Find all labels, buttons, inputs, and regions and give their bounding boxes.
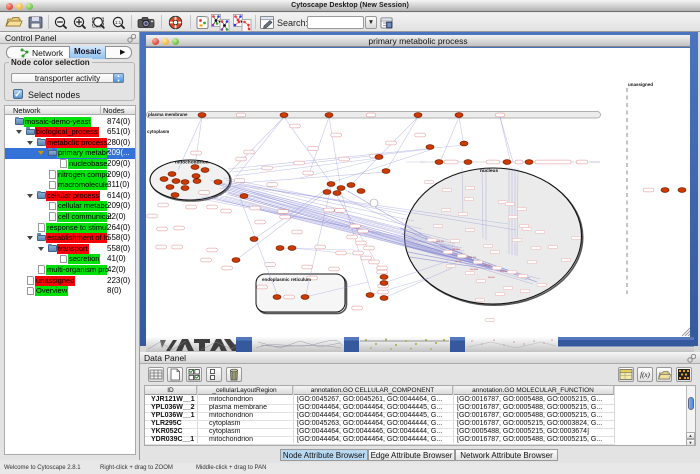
svg-text:aa.aa: aa.aa: [488, 276, 495, 279]
svg-text:aa.aa: aa.aa: [455, 260, 462, 263]
svg-text:plasma membrane: plasma membrane: [148, 112, 188, 117]
svg-text:endoplasmic reticulum: endoplasmic reticulum: [262, 277, 311, 282]
svg-text:nucleus: nucleus: [480, 168, 498, 174]
svg-text:aa.aa: aa.aa: [484, 264, 491, 267]
svg-text:aaa.aa: aaa.aa: [436, 240, 444, 243]
svg-text:aa.aaa: aa.aaa: [452, 248, 460, 251]
svg-text:cytoplasm: cytoplasm: [147, 129, 169, 134]
svg-text:aaa.aa: aaa.aa: [468, 256, 476, 259]
svg-text:aa.aaa: aa.aaa: [470, 268, 478, 271]
svg-text:aaa.a: aaa.a: [500, 270, 507, 273]
svg-text:mitochondrion: mitochondrion: [175, 160, 209, 166]
svg-text:f(x): f(x): [640, 371, 650, 379]
svg-text:unassigned: unassigned: [628, 82, 653, 87]
svg-text:1:1: 1:1: [115, 20, 122, 25]
